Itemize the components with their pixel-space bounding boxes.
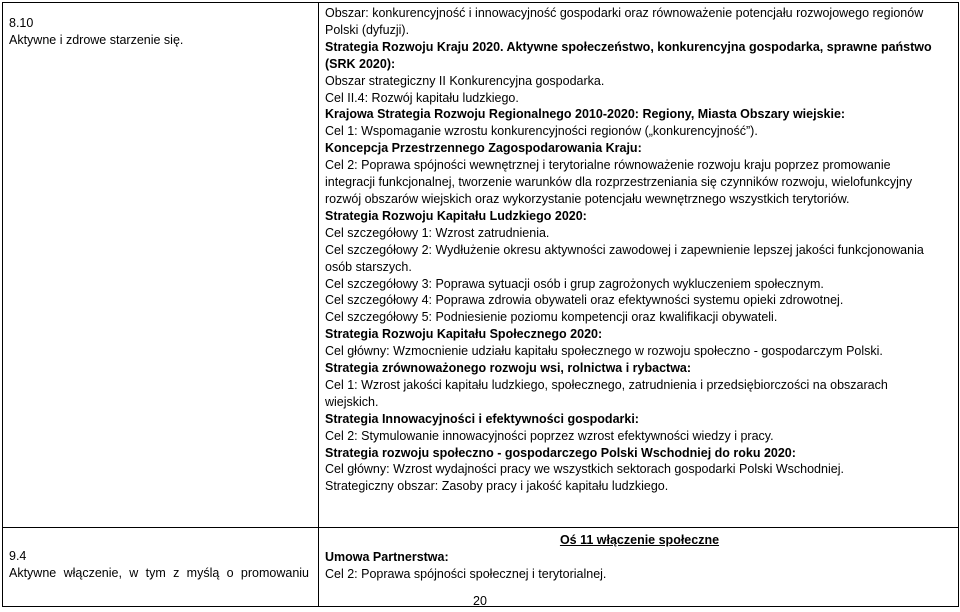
content-line: Strategia Rozwoju Kapitału Społecznego 2… <box>325 327 603 342</box>
content-line: Krajowa Strategia Rozwoju Regionalnego 2… <box>325 107 846 122</box>
content-line: Strategiczny obszar: Zasoby pracy i jako… <box>325 479 669 494</box>
row2-title: Aktywne włączenie, w tym z myślą o promo… <box>9 566 309 580</box>
content-line: Cel szczegółowy 3: Poprawa sytuacji osób… <box>325 276 824 291</box>
content-line: Cel II.4: Rozwój kapitału ludzkiego. <box>325 90 519 105</box>
content-line: Cel główny: Wzrost wydajności pracy we w… <box>325 462 844 477</box>
partnership-goal: Cel 2: Poprawa spójności społecznej i te… <box>325 566 607 581</box>
content-line: rozwój obszarów wiejskich oraz wykorzyst… <box>325 191 850 206</box>
content-line: integracji funkcjonalnej, tworzenie waru… <box>325 175 913 190</box>
content-line: Strategia Innowacyjności i efektywności … <box>325 411 639 426</box>
row2-number: 9.4 <box>9 549 27 563</box>
content-line: Cel 2: Stymulowanie innowacyjności poprz… <box>325 428 774 443</box>
table-row: 8.10 Aktywne i zdrowe starzenie się. Obs… <box>2 2 959 528</box>
content-line: Strategia zrównoważonego rozwoju wsi, ro… <box>325 361 692 376</box>
row1-right-cell: Obszar: konkurencyjność i innowacyjność … <box>318 2 959 528</box>
content-line: Cel szczegółowy 2: Wydłużenie okresu akt… <box>325 242 924 257</box>
content-line: wiejskich. <box>325 394 379 409</box>
content-line: Cel szczegółowy 1: Wzrost zatrudnienia. <box>325 225 550 240</box>
content-line: Cel szczegółowy 5: Podniesienie poziomu … <box>325 310 778 325</box>
content-line: Strategia rozwoju społeczno - gospodarcz… <box>325 445 796 460</box>
row1-content: Obszar: konkurencyjność i innowacyjność … <box>325 5 954 495</box>
content-line: Strategia Rozwoju Kapitału Ludzkiego 202… <box>325 208 587 223</box>
content-line: Strategia Rozwoju Kraju 2020. Aktywne sp… <box>325 39 932 54</box>
partnership-label: Umowa Partnerstwa: <box>325 549 449 564</box>
row1-left-cell: 8.10 Aktywne i zdrowe starzenie się. <box>2 2 319 528</box>
content-line: Obszar strategiczny II Konkurencyjna gos… <box>325 73 605 88</box>
content-line: Cel 1: Wspomaganie wzrostu konkurencyjno… <box>325 124 758 139</box>
content-line: Cel szczegółowy 4: Poprawa zdrowia obywa… <box>325 293 844 308</box>
section-heading: Oś 11 włączenie społeczne <box>559 533 720 547</box>
content-line: Obszar: konkurencyjność i innowacyjność … <box>325 6 924 20</box>
row1-number: 8.10 <box>9 16 34 30</box>
content-line: Cel główny: Wzmocnienie udziału kapitału… <box>325 344 883 359</box>
content-line: Cel 1: Wzrost jakości kapitału ludzkiego… <box>325 377 888 392</box>
content-line: osób starszych. <box>325 259 412 274</box>
page-number: 20 <box>473 594 487 608</box>
row1-title: Aktywne i zdrowe starzenie się. <box>9 33 184 47</box>
strategy-table: 8.10 Aktywne i zdrowe starzenie się. Obs… <box>2 2 959 607</box>
content-line: (SRK 2020): <box>325 56 396 71</box>
content-line: Koncepcja Przestrzennego Zagospodarowani… <box>325 141 642 156</box>
content-line: Cel 2: Poprawa spójności wewnętrznej i t… <box>325 158 891 173</box>
document-page: 8.10 Aktywne i zdrowe starzenie się. Obs… <box>2 2 959 607</box>
content-line: Polski (dyfuzji). <box>325 22 410 37</box>
